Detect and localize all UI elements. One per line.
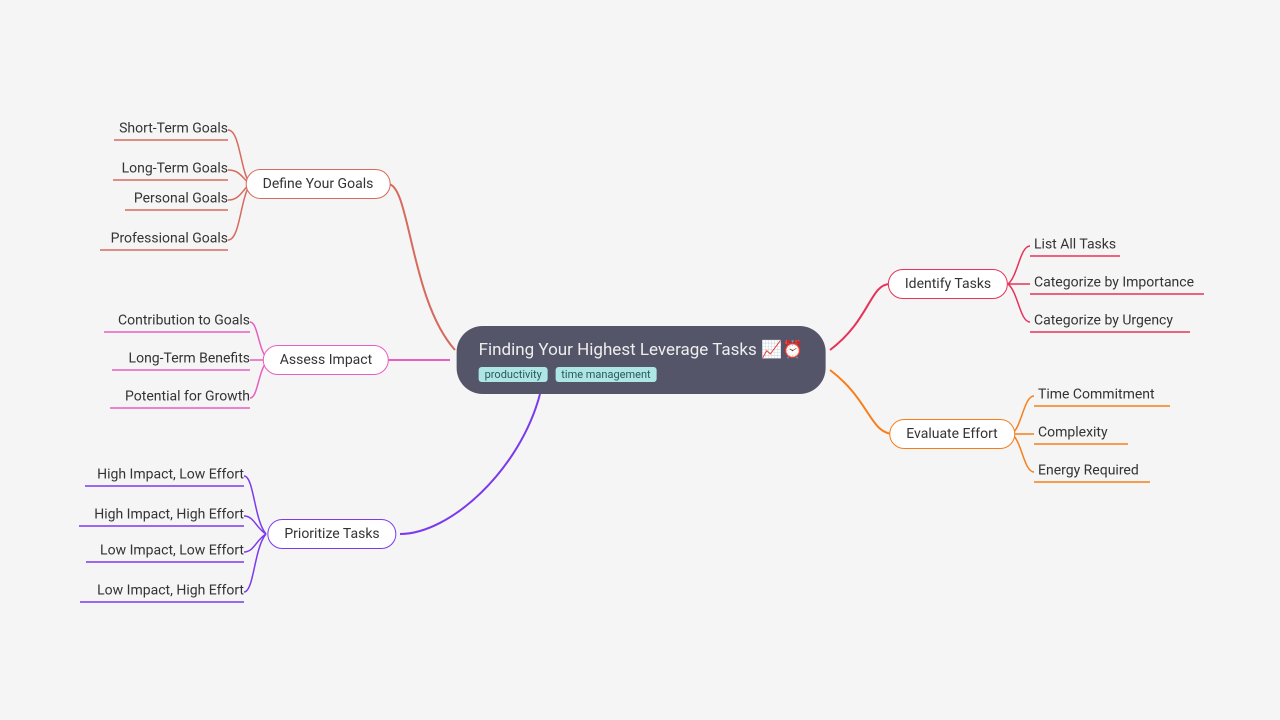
leaf-list-all-tasks[interactable]: List All Tasks (1034, 237, 1116, 256)
center-tags: productivity time management (479, 366, 804, 382)
branch-define-goals[interactable]: Define Your Goals (246, 169, 391, 199)
tag[interactable]: productivity (479, 367, 548, 382)
branch-label: Prioritize Tasks (284, 526, 379, 542)
leaf-complexity[interactable]: Complexity (1038, 425, 1108, 444)
leaf-potential-for-growth[interactable]: Potential for Growth (125, 389, 250, 408)
branch-label: Identify Tasks (905, 276, 991, 292)
leaf-long-term-goals[interactable]: Long-Term Goals (122, 161, 228, 180)
leaf-professional-goals[interactable]: Professional Goals (111, 231, 228, 250)
leaf-categorize-urgency[interactable]: Categorize by Urgency (1034, 313, 1173, 332)
leaf-energy-required[interactable]: Energy Required (1038, 463, 1139, 482)
leaf-personal-goals[interactable]: Personal Goals (134, 191, 228, 210)
branch-label: Define Your Goals (263, 176, 374, 192)
branch-identify-tasks[interactable]: Identify Tasks (888, 269, 1008, 299)
branch-label: Evaluate Effort (906, 426, 998, 442)
branch-evaluate-effort[interactable]: Evaluate Effort (889, 419, 1015, 449)
leaf-high-impact-low-effort[interactable]: High Impact, Low Effort (97, 467, 244, 486)
leaf-long-term-benefits[interactable]: Long-Term Benefits (129, 351, 250, 370)
tag[interactable]: time management (555, 367, 656, 382)
leaf-categorize-importance[interactable]: Categorize by Importance (1034, 275, 1194, 294)
leaf-low-impact-high-effort[interactable]: Low Impact, High Effort (97, 583, 244, 602)
branch-assess-impact[interactable]: Assess Impact (263, 345, 389, 375)
center-node[interactable]: Finding Your Highest Leverage Tasks 📈⏰ p… (457, 326, 826, 394)
leaf-time-commitment[interactable]: Time Commitment (1038, 387, 1155, 406)
leaf-short-term-goals[interactable]: Short-Term Goals (119, 121, 228, 140)
leaf-low-impact-low-effort[interactable]: Low Impact, Low Effort (100, 543, 244, 562)
leaf-high-impact-high-effort[interactable]: High Impact, High Effort (94, 507, 244, 526)
leaf-contribution-to-goals[interactable]: Contribution to Goals (118, 313, 250, 332)
branch-prioritize-tasks[interactable]: Prioritize Tasks (267, 519, 396, 549)
center-title: Finding Your Highest Leverage Tasks 📈⏰ (479, 340, 804, 360)
branch-label: Assess Impact (280, 352, 372, 368)
